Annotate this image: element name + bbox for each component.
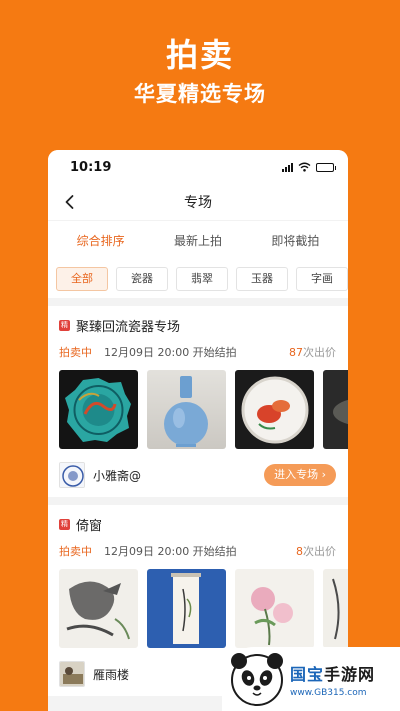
bid-count-suffix: 次出价: [303, 346, 336, 359]
auction-end-time: 12月09日 20:00 开始结拍: [104, 545, 237, 558]
bid-count-number: 8: [296, 545, 303, 558]
wifi-icon: [298, 162, 311, 172]
lot-image-blue-vase[interactable]: [147, 370, 226, 449]
bid-count: 87次出价: [289, 344, 336, 360]
signal-icon: [282, 162, 293, 172]
tab-ending-soon[interactable]: 即将截拍: [263, 226, 327, 255]
category-chip-jade[interactable]: 玉器: [236, 267, 288, 291]
auction-card[interactable]: 精 聚臻回流瓷器专场 拍卖中 12月09日 20:00 开始结拍 87次出价 小…: [48, 306, 348, 497]
bid-count: 8次出价: [296, 543, 336, 559]
lot-image-eagle-painting[interactable]: [59, 569, 138, 648]
sort-tabs: 综合排序 最新上拍 即将截拍: [48, 220, 348, 260]
watermark-brand: 国宝手游网: [290, 661, 375, 685]
category-chip-jadeite[interactable]: 翡翠: [176, 267, 228, 291]
auction-status: 拍卖中: [59, 346, 92, 359]
category-chip-porcelain[interactable]: 瓷器: [116, 267, 168, 291]
lot-image-partial[interactable]: [323, 370, 348, 449]
back-arrow-icon[interactable]: [62, 194, 78, 210]
nav-bar: 专场: [48, 184, 348, 220]
featured-badge: 精: [59, 320, 70, 331]
status-bar: 10:19: [48, 150, 348, 184]
bid-count-number: 87: [289, 346, 303, 359]
status-icons: [282, 162, 336, 172]
seller-avatar[interactable]: [59, 661, 85, 687]
page-title: 专场: [184, 195, 212, 211]
auction-title[interactable]: 倚窗: [76, 515, 102, 534]
watermark-url: www.GB315.com: [290, 687, 367, 698]
enter-auction-button[interactable]: 进入专场 ›: [264, 464, 336, 486]
promo-subtitle: 华夏精选专场: [134, 82, 266, 106]
lot-image-scroll[interactable]: [147, 569, 226, 648]
lot-thumbnails: [59, 569, 348, 648]
auction-status: 拍卖中: [59, 545, 92, 558]
lot-image-fish-plate[interactable]: [235, 370, 314, 449]
auction-end-time: 12月09日 20:00 开始结拍: [104, 346, 237, 359]
tab-comprehensive-sort[interactable]: 综合排序: [69, 226, 133, 255]
seller-name[interactable]: 雁雨楼: [93, 666, 129, 683]
site-watermark: 国宝手游网 www.GB315.com: [222, 647, 400, 711]
seller-name[interactable]: 小雅斋@: [93, 467, 141, 484]
phone-screen: 10:19 专场 综合排序 最新上拍 即将截拍 全部 瓷器 翡翠 玉器 字画 精…: [48, 150, 348, 711]
seller-avatar[interactable]: [59, 462, 85, 488]
bid-count-suffix: 次出价: [303, 545, 336, 558]
watermark-brand-part-2: 手游网: [324, 664, 376, 684]
watermark-brand-part-1: 国宝: [290, 664, 325, 684]
category-chip-painting[interactable]: 字画: [296, 267, 348, 291]
lot-image-dragon-plate[interactable]: [59, 370, 138, 449]
promo-title: 拍卖: [165, 36, 234, 74]
lot-image-flower-painting[interactable]: [235, 569, 314, 648]
lot-image-partial[interactable]: [323, 569, 348, 648]
featured-badge: 精: [59, 519, 70, 530]
category-chip-all[interactable]: 全部: [56, 267, 108, 291]
panda-logo-icon: [231, 653, 283, 706]
status-time: 10:19: [70, 159, 112, 175]
battery-icon: [316, 162, 336, 172]
tab-newest-listed[interactable]: 最新上拍: [166, 226, 230, 255]
category-filter: 全部 瓷器 翡翠 玉器 字画: [48, 260, 348, 298]
auction-title[interactable]: 聚臻回流瓷器专场: [76, 316, 180, 335]
lot-thumbnails: [59, 370, 348, 449]
